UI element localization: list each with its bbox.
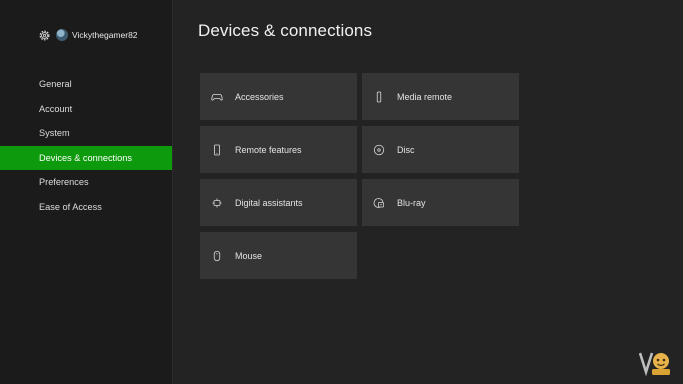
tile-label: Digital assistants xyxy=(235,197,303,208)
remote-icon xyxy=(376,91,382,102)
assistant-icon xyxy=(212,198,222,207)
tile-label: Blu-ray xyxy=(397,197,426,208)
remote-features-tile[interactable]: Remote features xyxy=(200,126,357,173)
media-remote-tile[interactable]: Media remote xyxy=(362,73,519,120)
sidebar: Vickythegamer82 General Account System D… xyxy=(0,0,173,384)
disc-tile[interactable]: Disc xyxy=(362,126,519,173)
accessories-tile[interactable]: Accessories xyxy=(200,73,357,120)
settings-nav: General Account System Devices & connect… xyxy=(0,72,172,219)
disc-icon xyxy=(373,144,385,155)
mouse-tile[interactable]: Mouse xyxy=(200,232,357,279)
sidebar-item-account[interactable]: Account xyxy=(0,97,172,122)
tile-label: Disc xyxy=(397,144,415,155)
sidebar-item-ease-of-access[interactable]: Ease of Access xyxy=(0,195,172,220)
tile-label: Mouse xyxy=(235,250,263,261)
bluray-icon xyxy=(373,197,384,208)
blu-ray-tile[interactable]: Blu-ray xyxy=(362,179,519,226)
page-title: Devices & connections xyxy=(198,21,373,40)
tile-label: Media remote xyxy=(397,91,453,102)
tile-label: Accessories xyxy=(235,91,284,102)
channel-logo-icon xyxy=(639,352,670,376)
avatar[interactable] xyxy=(56,29,68,41)
mouse-icon xyxy=(213,250,221,261)
sidebar-item-devices-connections[interactable]: Devices & connections xyxy=(0,145,172,170)
sidebar-item-system[interactable]: System xyxy=(0,121,172,146)
sidebar-item-preferences[interactable]: Preferences xyxy=(0,170,172,195)
phone-icon xyxy=(214,144,220,155)
sidebar-item-general[interactable]: General xyxy=(0,72,172,97)
tile-label: Remote features xyxy=(235,144,302,155)
gamepad-icon xyxy=(211,93,223,101)
username: Vickythegamer82 xyxy=(72,30,138,40)
profile[interactable]: Vickythegamer82 xyxy=(38,28,138,42)
gear-icon[interactable] xyxy=(38,29,51,42)
digital-assistants-tile[interactable]: Digital assistants xyxy=(200,179,357,226)
